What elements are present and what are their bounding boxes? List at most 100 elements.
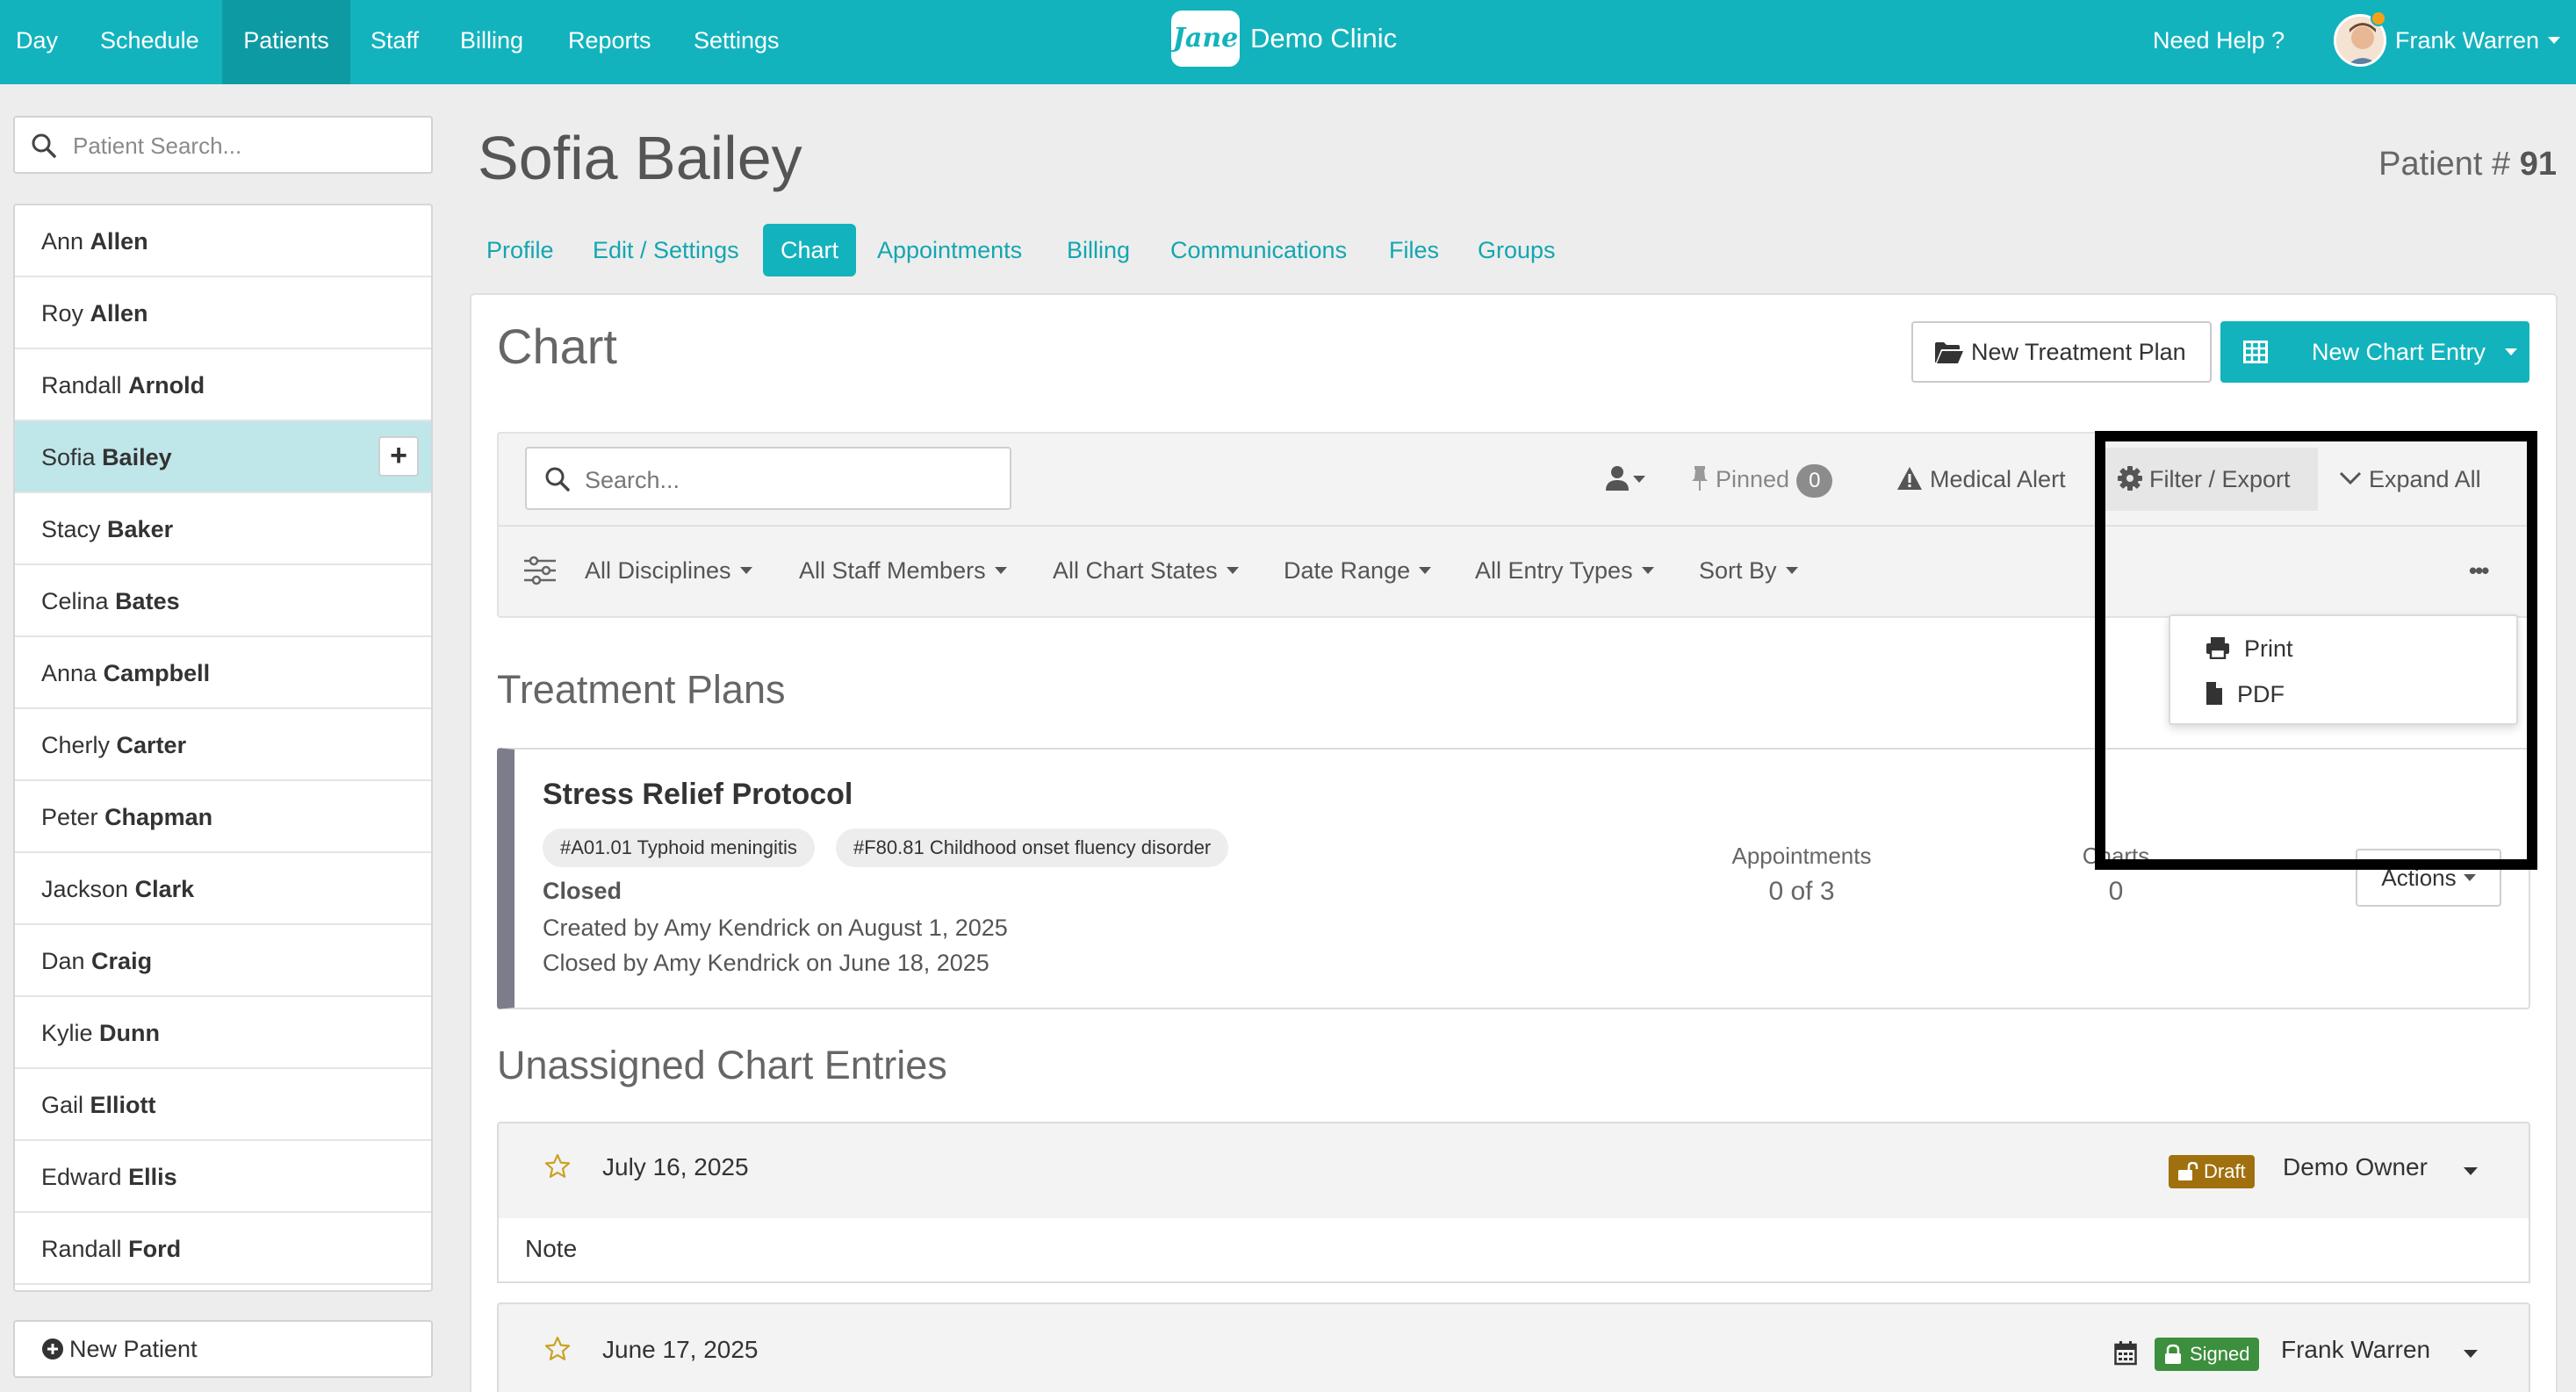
user-menu[interactable]: Frank Warren xyxy=(2395,0,2561,81)
chevron-down-icon xyxy=(2463,874,2476,882)
appointments-value: 0 of 3 xyxy=(1768,877,1835,906)
tab-edit-settings[interactable]: Edit / Settings xyxy=(575,224,757,276)
patient-last-name: Ford xyxy=(128,1236,182,1262)
treatment-plan-title[interactable]: Stress Relief Protocol xyxy=(543,778,853,812)
patient-last-name: Bates xyxy=(115,588,180,614)
tab-billing[interactable]: Billing xyxy=(1049,224,1148,276)
nav-patients[interactable]: Patients xyxy=(222,0,350,84)
new-treatment-plan-button[interactable]: New Treatment Plan xyxy=(1911,321,2212,383)
tab-files[interactable]: Files xyxy=(1371,224,1457,276)
user-name: Frank Warren xyxy=(2395,27,2540,54)
unlock-icon xyxy=(2177,1162,2198,1181)
medical-alert-button[interactable]: Medical Alert xyxy=(1896,448,2066,511)
tab-chart[interactable]: Chart xyxy=(763,224,857,276)
new-treatment-plan-label: New Treatment Plan xyxy=(1971,339,2186,365)
patient-list-item[interactable]: Gail Elliott xyxy=(15,1069,431,1141)
patient-last-name: Allen xyxy=(90,300,148,326)
patient-list-item[interactable]: Randall Arnold xyxy=(15,349,431,421)
patient-list-item[interactable]: Anna Campbell xyxy=(15,637,431,709)
patient-list-item[interactable]: Celina Bates xyxy=(15,565,431,637)
patient-last-name: Allen xyxy=(90,228,148,255)
patient-list-item[interactable]: Cherly Carter xyxy=(15,709,431,781)
notification-dot xyxy=(2371,11,2386,26)
new-chart-entry-label: New Chart Entry xyxy=(2312,339,2486,365)
patient-first-name: Cherly xyxy=(41,732,111,758)
chevron-down-icon xyxy=(1226,566,1239,574)
patient-list-item[interactable]: Dan Craig xyxy=(15,925,431,997)
chevron-down-icon[interactable] xyxy=(2464,1350,2478,1358)
patient-last-name: Elliott xyxy=(90,1092,156,1118)
nav-schedule[interactable]: Schedule xyxy=(100,0,199,84)
help-link[interactable]: Need Help ? xyxy=(2153,0,2285,81)
patient-first-name: Roy xyxy=(41,300,84,326)
entry-date: July 16, 2025 xyxy=(602,1153,749,1180)
patient-list-item[interactable]: Randall Ford xyxy=(15,1213,431,1285)
treatment-plan-created: Created by Amy Kendrick on August 1, 202… xyxy=(543,915,1008,941)
calendar-icon xyxy=(2114,1341,2137,1366)
entry-note: Note xyxy=(497,1218,2530,1283)
tab-profile[interactable]: Profile xyxy=(469,224,572,276)
filter-entry-types[interactable]: All Entry Types xyxy=(1475,542,1654,599)
search-icon xyxy=(544,466,571,492)
patient-last-name: Ellis xyxy=(128,1164,177,1190)
patient-list-item[interactable]: Roy Allen xyxy=(15,277,431,349)
patient-list-item[interactable]: Peter Chapman xyxy=(15,781,431,853)
patient-number-label: Patient # xyxy=(2378,146,2511,183)
nav-settings[interactable]: Settings xyxy=(694,0,780,84)
table-grid-icon xyxy=(2243,341,2268,363)
nav-reports[interactable]: Reports xyxy=(568,0,651,84)
nav-day[interactable]: Day xyxy=(16,0,58,84)
patient-number: Patient # 91 xyxy=(2378,146,2557,183)
chart-search-box[interactable] xyxy=(525,447,1011,510)
sort-by-dropdown[interactable]: Sort By xyxy=(1699,542,1798,599)
chevron-down-icon[interactable] xyxy=(2464,1167,2478,1175)
patient-search-input[interactable] xyxy=(73,128,424,163)
tab-appointments[interactable]: Appointments xyxy=(860,224,1040,276)
chart-entry-row[interactable]: July 16, 2025 Draft Demo Owner xyxy=(497,1122,2530,1220)
patient-last-name: Dunn xyxy=(99,1020,161,1046)
patient-list-item[interactable]: Jackson Clark xyxy=(15,853,431,925)
filter-disciplines[interactable]: All Disciplines xyxy=(585,542,752,599)
patient-search-box[interactable] xyxy=(13,116,433,174)
nav-staff[interactable]: Staff xyxy=(371,0,419,84)
filter-entry-types-label: All Entry Types xyxy=(1475,557,1633,584)
patient-list-item[interactable]: Ann Allen xyxy=(15,205,431,277)
filter-staff-members[interactable]: All Staff Members xyxy=(799,542,1007,599)
search-icon xyxy=(31,133,57,159)
chevron-down-icon xyxy=(2505,348,2517,355)
staff-filter-dropdown[interactable] xyxy=(1605,448,1645,511)
star-icon[interactable] xyxy=(544,1153,571,1180)
lock-icon xyxy=(2163,1344,2183,1365)
chart-entry-row[interactable]: June 17, 2025 Signed Frank Warren xyxy=(497,1302,2530,1392)
jane-logo[interactable]: Jane xyxy=(1171,11,1240,67)
chevron-down-icon xyxy=(739,566,752,574)
nav-billing[interactable]: Billing xyxy=(460,0,523,84)
chart-heading: Chart xyxy=(497,319,617,374)
patient-list-item[interactable]: Edward Ellis xyxy=(15,1141,431,1213)
pinned-label: Pinned xyxy=(1716,466,1790,492)
tab-groups[interactable]: Groups xyxy=(1460,224,1573,276)
filter-date-range[interactable]: Date Range xyxy=(1284,542,1432,599)
folder-open-icon xyxy=(1934,341,1964,364)
filter-chart-states[interactable]: All Chart States xyxy=(1053,542,1239,599)
sort-by-label: Sort By xyxy=(1699,557,1777,584)
chevron-down-icon xyxy=(994,566,1007,574)
highlight-box xyxy=(2095,431,2537,870)
new-patient-button[interactable]: New Patient xyxy=(13,1320,433,1378)
plus-circle-icon xyxy=(41,1338,64,1360)
pinned-toggle[interactable]: Pinned 0 xyxy=(1691,448,1833,511)
entry-author: Demo Owner xyxy=(2283,1153,2428,1180)
patient-list-item[interactable]: Sofia Bailey + xyxy=(15,421,431,493)
tab-communications[interactable]: Communications xyxy=(1153,224,1364,276)
star-icon[interactable] xyxy=(544,1336,571,1362)
add-appointment-button[interactable]: + xyxy=(378,436,419,477)
new-chart-entry-button[interactable]: New Chart Entry xyxy=(2220,321,2529,383)
clinic-name: Demo Clinic xyxy=(1250,23,1398,54)
treatment-plan-closed: Closed by Amy Kendrick on June 18, 2025 xyxy=(543,950,989,976)
sliders-icon[interactable] xyxy=(523,556,557,585)
patient-first-name: Randall xyxy=(41,1236,122,1262)
thumbtack-icon xyxy=(1691,465,1709,492)
patient-list-item[interactable]: Kylie Dunn xyxy=(15,997,431,1069)
patient-list-item[interactable]: Stacy Baker xyxy=(15,493,431,565)
chart-search-input[interactable] xyxy=(585,463,997,498)
